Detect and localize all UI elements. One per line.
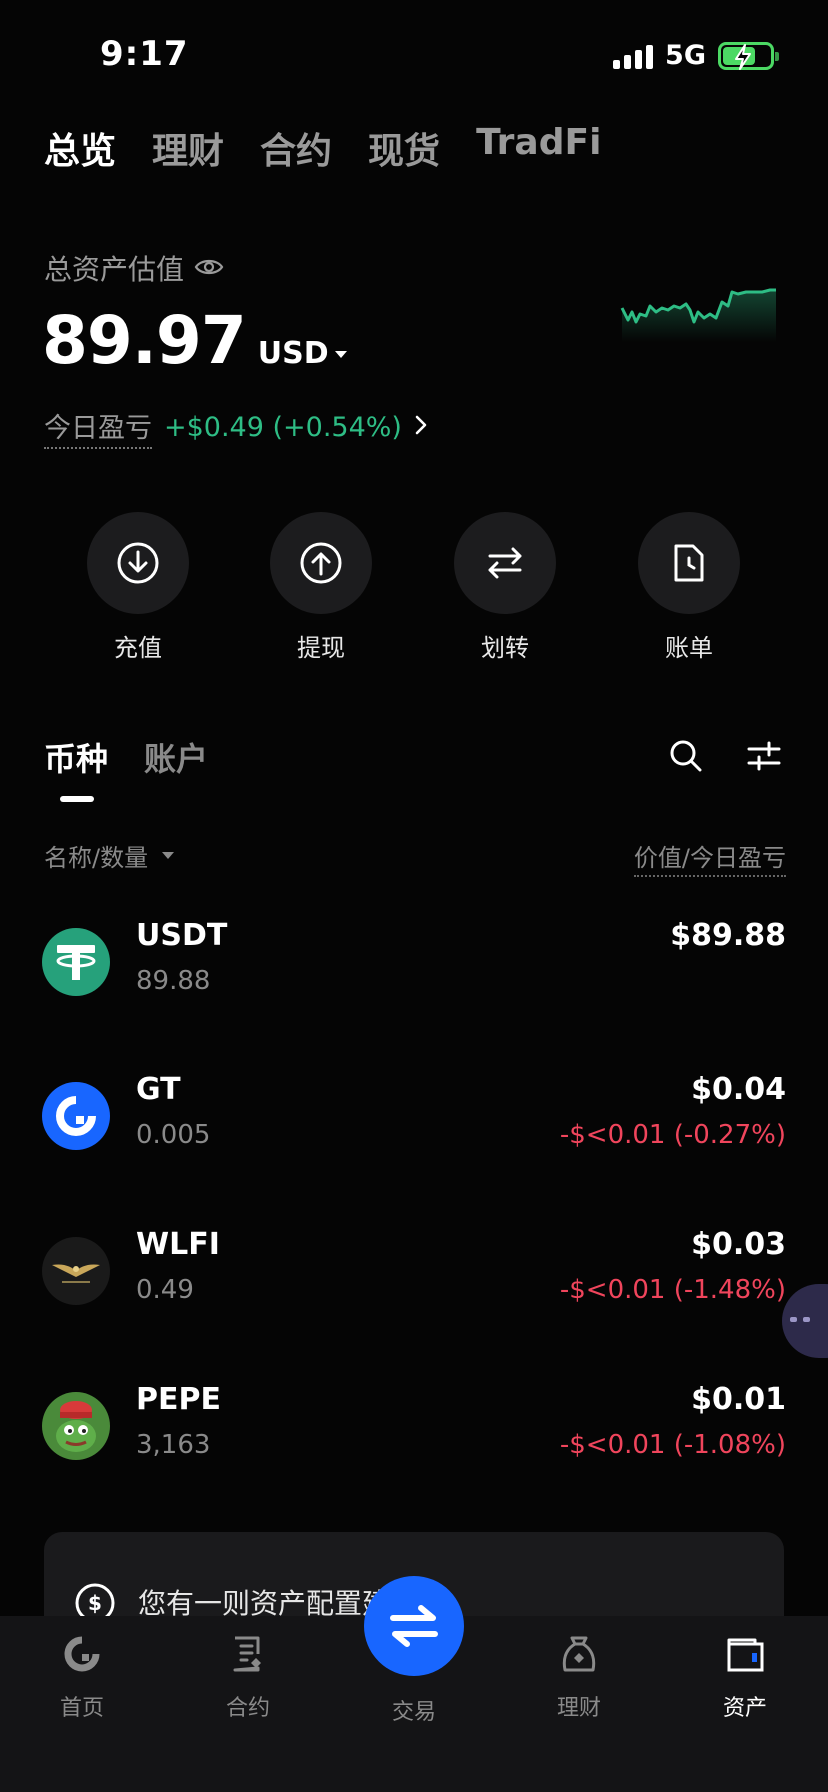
coin-symbol: GT	[136, 1072, 181, 1107]
today-pnl-row[interactable]: 今日盈亏 +$0.49 (+0.54%)	[44, 406, 428, 449]
coin-pnl: -$<0.01 (-1.08%)	[559, 1430, 786, 1460]
list-tools	[668, 738, 782, 778]
home-icon	[64, 1636, 100, 1672]
withdraw-label: 提现	[297, 634, 345, 662]
assets-screen: 9:17 5G 总览 理财 合约 现货 TradFi 总资产估值 89.97 U…	[0, 0, 828, 1792]
status-time: 9:17	[100, 34, 189, 74]
bill-label: 账单	[665, 634, 713, 662]
withdraw-button[interactable]: 提现	[266, 512, 376, 663]
nav-assets-label: 资产	[722, 1696, 767, 1721]
coin-symbol: WLFI	[136, 1227, 220, 1262]
column-value-label[interactable]: 价值/今日盈亏	[633, 838, 786, 877]
coin-row-pepe[interactable]: PEPE 3,163 $0.01 -$<0.01 (-1.08%)	[0, 1382, 828, 1492]
coin-symbol: PEPE	[136, 1382, 221, 1417]
deposit-icon	[117, 542, 159, 584]
currency-label: USD	[257, 336, 329, 371]
coin-row-gt[interactable]: GT 0.005 $0.04 -$<0.01 (-0.27%)	[0, 1072, 828, 1182]
coin-quantity: 0.005	[136, 1120, 211, 1150]
network-type: 5G	[665, 40, 706, 71]
nav-finance[interactable]: 理财	[524, 1634, 634, 1722]
deposit-label: 充值	[114, 634, 162, 662]
svg-text:$: $	[88, 1591, 102, 1615]
withdraw-icon	[300, 542, 342, 584]
battery-icon	[718, 41, 779, 70]
coin-value: $0.04	[691, 1072, 786, 1107]
trade-button[interactable]	[364, 1576, 464, 1676]
today-pnl-label: 今日盈亏	[44, 406, 152, 449]
caret-down-icon	[334, 351, 347, 358]
filter-icon[interactable]	[746, 738, 782, 778]
contract-icon	[233, 1636, 261, 1672]
tab-finance[interactable]: 理财	[152, 122, 224, 174]
currency-selector[interactable]: USD	[258, 336, 347, 371]
coin-value: $0.03	[691, 1227, 786, 1262]
search-icon[interactable]	[668, 738, 704, 778]
tab-contract[interactable]: 合约	[260, 122, 332, 174]
trade-icon	[390, 1605, 438, 1647]
coin-quantity: 89.88	[136, 966, 211, 996]
coin-pnl: -$<0.01 (-1.48%)	[559, 1275, 786, 1305]
coin-row-wlfi[interactable]: WLFI 0.49 $0.03 -$<0.01 (-1.48%)	[0, 1227, 828, 1337]
usdt-logo-icon	[42, 928, 110, 996]
today-pnl-value: +$0.49 (+0.54%)	[164, 412, 402, 443]
coin-value: $89.88	[670, 918, 786, 953]
tab-overview[interactable]: 总览	[44, 122, 116, 174]
balance-value: 89.97	[42, 302, 247, 379]
transfer-label: 划转	[481, 634, 529, 662]
balance-sparkline	[620, 288, 776, 342]
list-tabs: 币种 账户	[44, 734, 208, 780]
pepe-logo-icon	[42, 1392, 110, 1460]
finance-icon	[562, 1636, 596, 1672]
column-name-label: 名称/数量	[44, 844, 149, 872]
wlfi-logo-icon	[42, 1237, 110, 1305]
bill-icon	[674, 544, 704, 582]
tab-accounts[interactable]: 账户	[144, 734, 208, 780]
coin-pnl: -$<0.01 (-0.27%)	[559, 1120, 786, 1150]
status-indicators: 5G	[613, 40, 779, 71]
signal-icon	[613, 43, 654, 69]
sort-by-name[interactable]: 名称/数量	[44, 838, 175, 873]
nav-contract[interactable]: 合约	[193, 1634, 303, 1722]
bill-button[interactable]: 账单	[634, 512, 744, 663]
tab-coins[interactable]: 币种	[44, 734, 108, 780]
balance-row: 89.97 USD	[42, 302, 347, 379]
tab-tradfi[interactable]: TradFi	[476, 122, 601, 174]
wallet-icon	[727, 1638, 764, 1672]
tab-indicator	[60, 796, 94, 802]
nav-home[interactable]: 首页	[27, 1634, 137, 1722]
transfer-icon	[488, 547, 522, 579]
nav-contract-label: 合约	[225, 1696, 270, 1721]
balance-label: 总资产估值	[44, 253, 185, 286]
tab-spot[interactable]: 现货	[368, 122, 440, 174]
coin-row-usdt[interactable]: USDT 89.88 $89.88	[0, 918, 828, 1028]
gt-logo-icon	[42, 1082, 110, 1150]
balance-label-row: 总资产估值	[44, 248, 224, 288]
deposit-button[interactable]: 充值	[83, 512, 193, 663]
nav-assets[interactable]: 资产	[690, 1634, 800, 1722]
nav-trade-label: 交易	[391, 1700, 436, 1725]
top-tabs: 总览 理财 合约 现货 TradFi	[44, 122, 601, 174]
eye-icon[interactable]	[194, 252, 224, 285]
coin-quantity: 3,163	[136, 1430, 211, 1460]
coin-symbol: USDT	[136, 918, 228, 953]
chevron-right-icon	[414, 412, 428, 443]
nav-home-label: 首页	[59, 1696, 104, 1721]
nav-finance-label: 理财	[556, 1696, 601, 1721]
coin-quantity: 0.49	[136, 1275, 194, 1305]
caret-down-icon	[162, 852, 175, 859]
transfer-button[interactable]: 划转	[450, 512, 560, 663]
coin-value: $0.01	[691, 1382, 786, 1417]
